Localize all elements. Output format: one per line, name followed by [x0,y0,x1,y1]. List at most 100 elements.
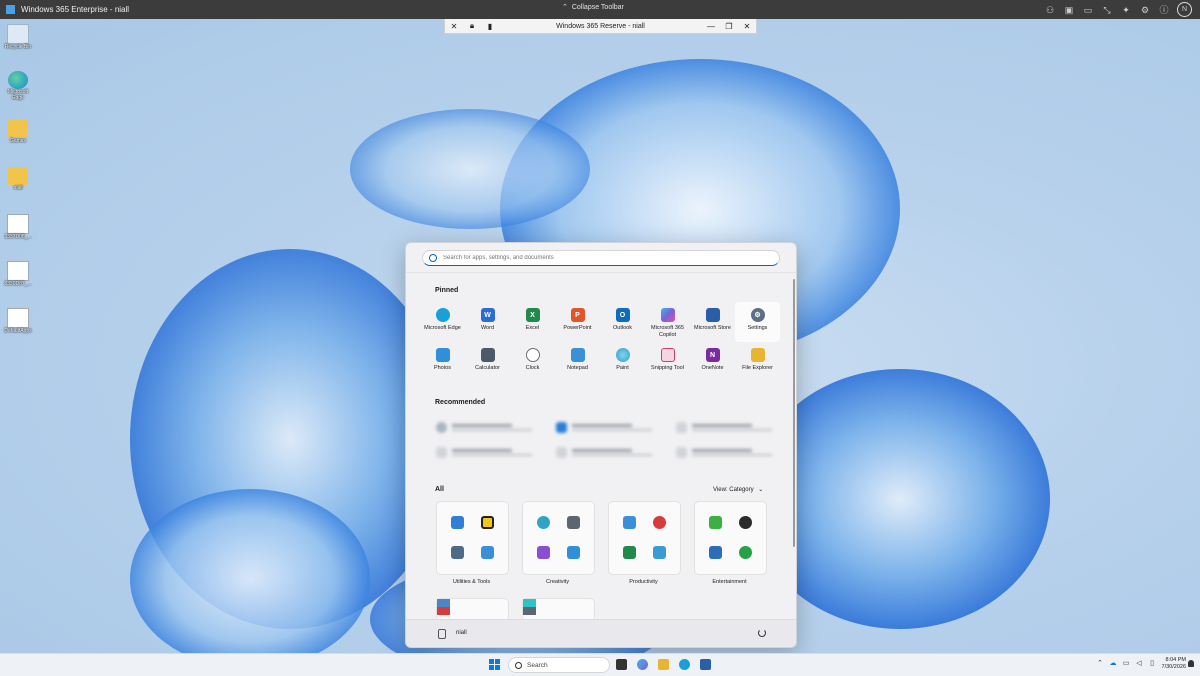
snipping-tool-icon [660,348,675,362]
notepad-icon [570,348,585,362]
app-label: File Explorer [742,365,773,371]
pinned-app-photos[interactable]: Photos [420,342,465,382]
user-name[interactable]: niall [456,630,467,636]
pinned-app-calculator[interactable]: Calculator [465,342,510,382]
power-icon[interactable] [758,629,766,637]
restore-icon[interactable]: ❐ [720,22,738,31]
connection-icon[interactable]: ✦ [1120,4,1132,16]
notepad-icon [623,516,636,529]
start-search-input[interactable] [441,254,779,262]
pinned-app-file-explorer[interactable]: File Explorer [735,342,780,382]
category-label: Entertainment [712,579,747,585]
devices-icon[interactable]: ⚇ [1044,4,1056,16]
excel-icon [623,546,636,559]
pinned-app-settings[interactable]: ⚙ Settings [735,302,780,342]
close-icon[interactable]: ✕ [738,22,756,31]
copilot-icon[interactable] [637,659,648,670]
pinned-app-paint[interactable]: Paint [600,342,645,382]
access-icon [653,516,666,529]
recommended-item[interactable] [436,445,536,459]
windows-start-icon[interactable] [489,659,500,670]
onedrive-icon[interactable]: ☁ [1109,659,1117,667]
collapse-toolbar-button[interactable]: ⌃ Collapse Toolbar [562,3,624,12]
search-icon [429,254,437,262]
store-icon[interactable] [700,659,711,670]
recommended-header: Recommended [435,399,486,406]
chevron-down-icon: ⌄ [758,487,764,493]
task-view-icon[interactable] [616,659,627,670]
view-category-dropdown[interactable]: View: Category ⌄ [713,486,763,493]
pinned-app-copilot[interactable]: Microsoft 365 Copilot [645,302,690,342]
pin-off-icon[interactable]: ✕ [445,22,463,31]
folder-icon [8,167,28,185]
network-icon[interactable]: ▭ [1122,659,1130,667]
gear-icon[interactable]: ⚙ [1139,4,1151,16]
desktop-icon-games[interactable]: Games [4,120,32,144]
battery-icon[interactable]: ▯ [1148,659,1156,667]
pinned-app-powerpoint[interactable]: P PowerPoint [555,302,600,342]
pinned-app-edge[interactable]: Microsoft Edge [420,302,465,342]
recommended-item[interactable] [556,420,656,434]
pinned-app-snipping-tool[interactable]: Snipping Tool [645,342,690,382]
search-icon [515,661,522,669]
desktop-icon-label: DefaultApps [4,328,32,334]
recommended-item[interactable] [676,420,776,434]
minimize-icon[interactable]: — [702,22,720,31]
desktop-icon-defaultapps[interactable]: DefaultApps [4,308,32,334]
file-explorer-icon[interactable] [658,659,669,670]
image-file-icon [7,214,29,234]
lock-icon[interactable]: 🔒︎ [463,21,481,31]
notification-bell-icon[interactable] [1188,660,1194,667]
recommended-list [434,416,774,461]
desktop-icon-recycle-bin[interactable]: Recycle Bin [4,24,32,50]
user-icon[interactable] [438,629,446,639]
pinned-app-notepad[interactable]: Notepad [555,342,600,382]
pinned-app-store[interactable]: Microsoft Store [690,302,735,342]
pinned-app-onenote[interactable]: N OneNote [690,342,735,382]
app-label: Microsoft Store [694,325,731,331]
category-tile-partial[interactable] [436,598,509,621]
copilot-icon [660,308,675,322]
info-icon[interactable]: ⓘ [1158,4,1170,16]
desktop-icon-image-2[interactable]: 8330D87_... [4,261,32,287]
taskbar-clock[interactable]: 8:04 PM 7/30/2026 [1162,657,1186,671]
recommended-item[interactable] [436,420,536,434]
category-label: Creativity [546,579,569,585]
camera-icon [567,516,580,529]
view-category-label: View: Category [713,487,754,493]
volume-icon[interactable]: ◁ [1135,659,1143,667]
recommended-item[interactable] [676,445,776,459]
start-search-box[interactable] [422,250,780,266]
display-icon[interactable]: ▭ [1082,4,1094,16]
start-menu-scrollbar[interactable] [793,279,795,547]
edge-icon [435,308,450,322]
category-productivity[interactable] [608,501,681,575]
screenshot-icon[interactable]: ▣ [1063,4,1075,16]
pinned-app-excel[interactable]: X Excel [510,302,555,342]
host-window-title: Windows 365 Enterprise - niall [21,5,130,14]
store-icon [705,308,720,322]
recommended-item[interactable] [556,445,656,459]
taskbar-search-box[interactable]: Search [508,657,610,673]
desktop-icon-niall[interactable]: niall [4,167,32,191]
minimize-arrows-icon[interactable]: ⤡ [1101,4,1113,16]
recycle-bin-icon [7,24,29,44]
category-tile-partial[interactable] [522,598,595,621]
pinned-app-outlook[interactable]: O Outlook [600,302,645,342]
pinned-app-clock[interactable]: Clock [510,342,555,382]
chevron-up-icon[interactable]: ⌃ [1096,659,1104,667]
category-utilities-tools[interactable] [436,501,509,575]
text-file-icon [7,308,29,328]
category-entertainment[interactable] [694,501,767,575]
app-icon [523,607,536,615]
desktop-icon-edge[interactable]: Microsoft Edge [4,71,32,101]
desktop-icon-label: Games [9,138,27,144]
edge-icon[interactable] [679,659,690,670]
onenote-icon: N [705,348,720,362]
desktop-icon-image-1[interactable]: 3337D08_... [4,214,32,240]
pinned-app-word[interactable]: W Word [465,302,510,342]
avatar[interactable]: N [1177,2,1192,17]
signal-icon[interactable]: ▮ [481,22,499,31]
clock-icon [525,348,540,362]
category-creativity[interactable] [522,501,595,575]
